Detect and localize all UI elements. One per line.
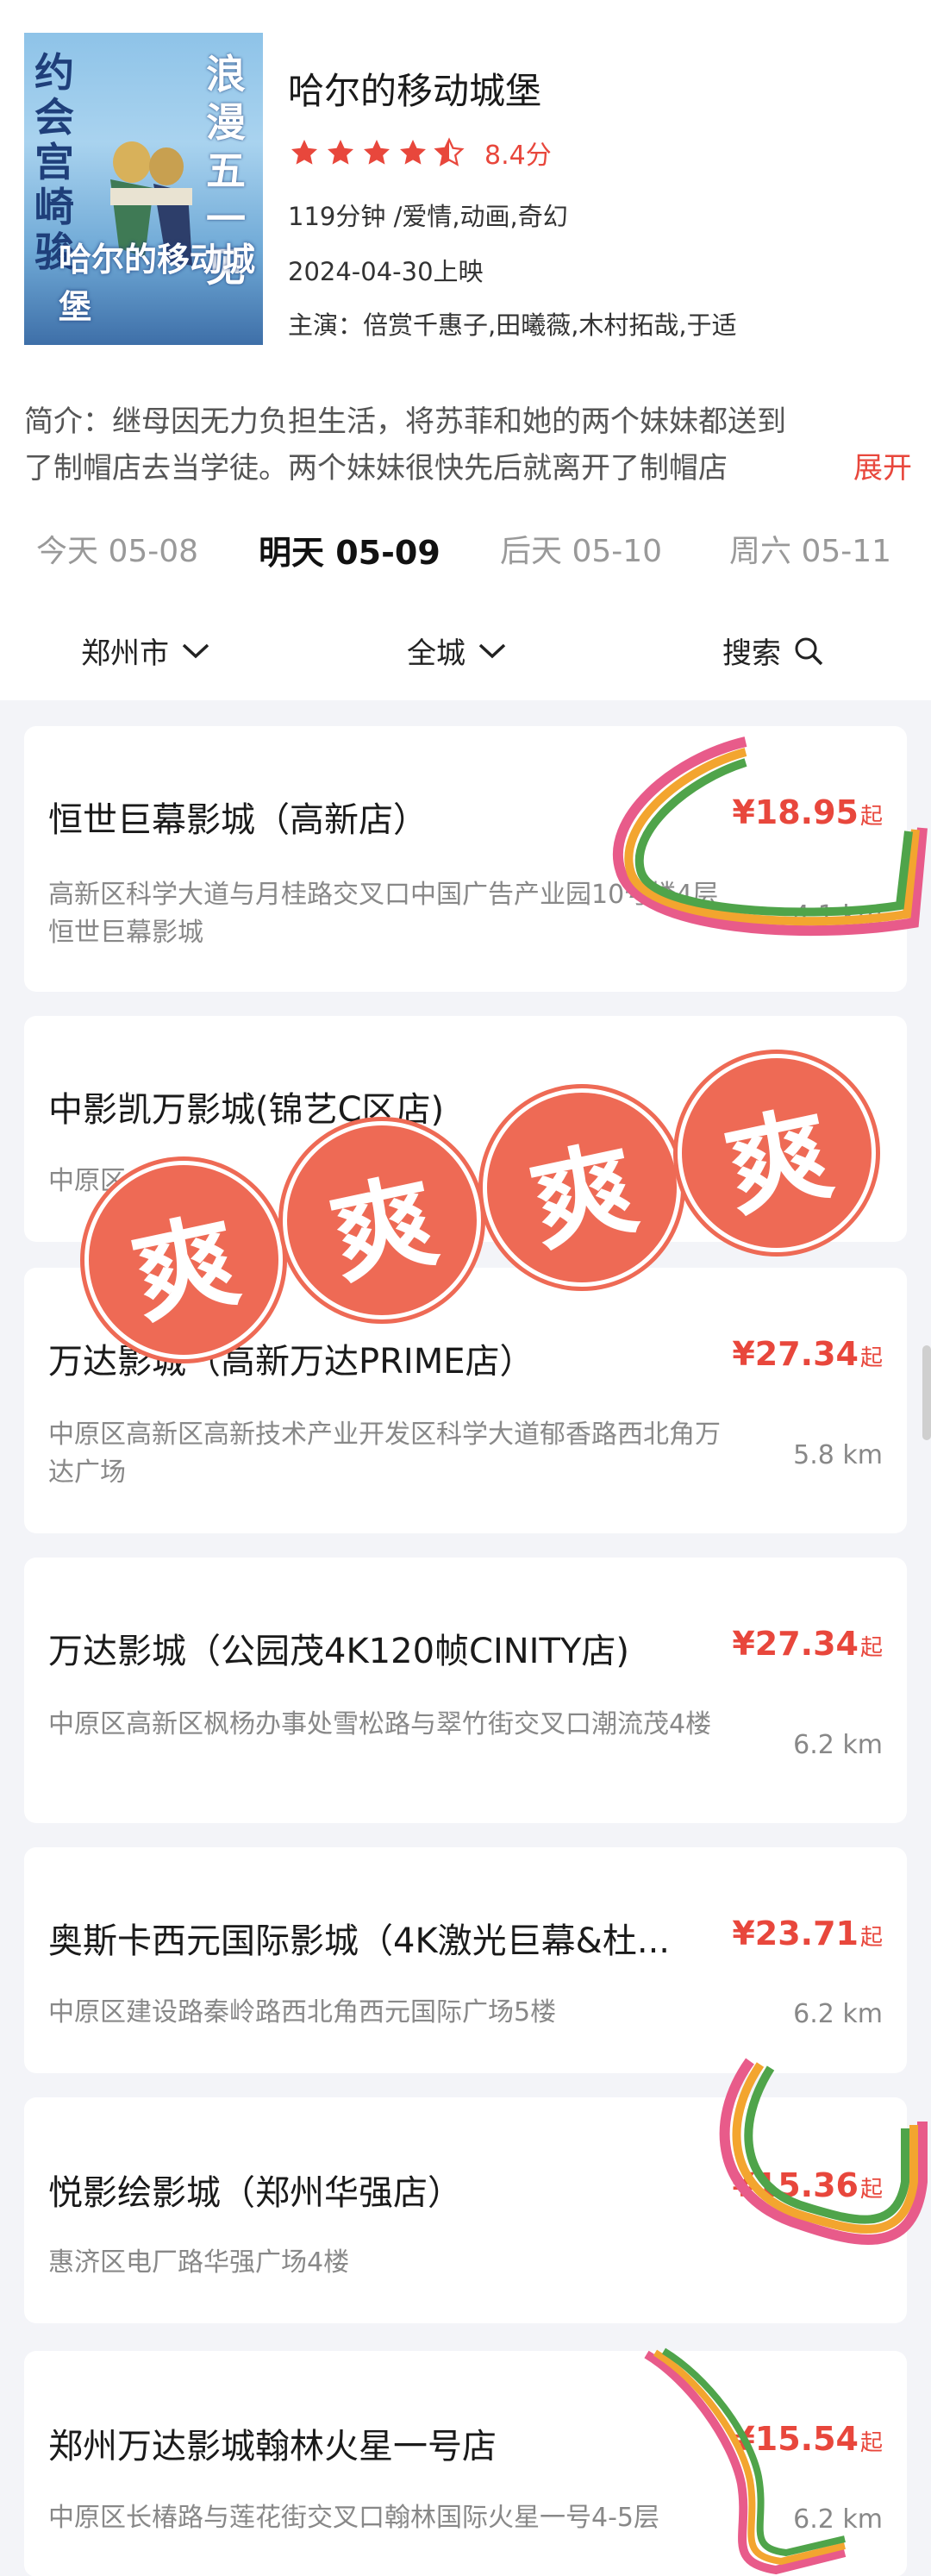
cinema-address: 高新区科学大道与月桂路交叉口中国广告产业园10号楼4层恒世巨幕影城	[48, 880, 719, 948]
cinema-price: ¥27.34起	[732, 1625, 883, 1663]
poster-logo: 哈尔的移动城堡	[59, 241, 256, 326]
movie-poster[interactable]: 约会宫崎骏 浪漫五一见 哈尔的移动城堡	[24, 33, 263, 345]
sticker-stamp: 爽	[678, 1054, 876, 1252]
cinema-name: 奥斯卡西元国际影城（4K激光巨幕&杜...	[48, 1921, 671, 1961]
district-filter-label: 全城	[407, 636, 466, 671]
date-tab[interactable]: 今天 05-08	[36, 526, 198, 571]
cinema-card[interactable]: 万达影城（公园茂4K120帧CINITY店) ¥27.34起 中原区高新区枫杨办…	[24, 1558, 907, 1823]
cinema-name: 悦影绘影城（郑州华强店）	[48, 2173, 462, 2213]
chevron-down-icon	[478, 643, 506, 658]
movie-intro: 简介：继母因无力负担生活，将苏菲和她的两个妹妹都送到 了制帽店去当学徒。两个妹妹…	[24, 398, 912, 492]
search-label: 搜索	[722, 636, 781, 671]
sticker-stamp: 爽	[283, 1121, 481, 1319]
cinema-price: ¥23.71起	[732, 1915, 883, 1952]
cinema-address: 中原区高新区枫杨办事处雪松路与翠竹街交叉口潮流茂4楼	[48, 1709, 712, 1739]
star-icon	[364, 140, 390, 165]
chevron-down-icon	[182, 643, 209, 658]
scrollbar[interactable]	[922, 1345, 931, 1440]
cinema-distance: 6.2 km	[793, 1730, 883, 1760]
movie-release-date: 2024-04-30上映	[288, 257, 484, 286]
cinema-address: 惠济区电厂路华强广场4楼	[48, 2247, 350, 2278]
cinema-price: ¥27.34起	[732, 1335, 883, 1373]
half-star-icon	[434, 137, 465, 166]
city-filter-label: 郑州市	[81, 636, 169, 671]
cinema-address: 中原区建设路秦岭路西北角西元国际广场5楼	[48, 1997, 557, 2028]
sticker-stamp: 爽	[84, 1161, 283, 1359]
cinema-card[interactable]: 悦影绘影城（郑州华强店） ¥15.36起 惠济区电厂路华强广场4楼	[24, 2097, 907, 2323]
intro-line: 简介：继母因无力负担生活，将苏菲和她的两个妹妹都送到	[24, 404, 786, 439]
movie-duration-genre: 119分钟 /爱情,动画,奇幻	[288, 202, 568, 231]
cinema-card[interactable]: 郑州万达影城翰林火星一号店 ¥15.54起 中原区长椿路与莲花街交叉口翰林国际火…	[24, 2351, 907, 2576]
star-icon	[291, 140, 317, 165]
cinema-distance: 6.2 km	[793, 1999, 883, 2029]
sticker-stamp: 爽	[483, 1088, 681, 1287]
cinema-name: 郑州万达影城翰林火星一号店	[48, 2427, 497, 2466]
cinema-distance: 4.1 km	[793, 900, 883, 931]
expand-intro-link[interactable]: 展开	[853, 445, 912, 492]
star-icon	[328, 140, 353, 165]
cinema-price: ¥15.54起	[732, 2420, 883, 2458]
movie-title: 哈尔的移动城堡	[288, 70, 542, 112]
date-tab[interactable]: 周六 05-11	[729, 526, 891, 571]
cinema-name: 恒世巨幕影城（高新店）	[48, 800, 428, 840]
movie-header: 约会宫崎骏 浪漫五一见 哈尔的移动城堡 哈尔的移动城堡 8.4分 119分钟 /…	[0, 0, 931, 700]
cinema-card[interactable]: 奥斯卡西元国际影城（4K激光巨幕&杜... ¥23.71起 中原区建设路秦岭路西…	[24, 1847, 907, 2073]
cinema-address: 中原区高新区高新技术产业开发区科学大道郁香路西北角万达广场	[48, 1420, 721, 1488]
cinema-distance: 5.8 km	[793, 1440, 883, 1470]
search-button[interactable]: 搜索	[722, 630, 824, 672]
cinema-card[interactable]: 恒世巨幕影城（高新店） ¥18.95起 高新区科学大道与月桂路交叉口中国广告产业…	[24, 726, 907, 992]
cinema-price: ¥18.95起	[732, 793, 883, 831]
search-icon	[795, 637, 823, 665]
district-filter[interactable]: 全城	[407, 630, 507, 672]
rating-stars: 8.4分	[288, 134, 552, 172]
cinema-name: 万达影城（公园茂4K120帧CINITY店)	[48, 1632, 629, 1671]
intro-line: 了制帽店去当学徒。两个妹妹很快先后就离开了制帽店	[24, 451, 728, 486]
cinema-address: 中原区长椿路与莲花街交叉口翰林国际火星一号4-5层	[48, 2503, 659, 2533]
city-filter[interactable]: 郑州市	[81, 630, 210, 672]
movie-cast: 主演：倍赏千惠子,田曦薇,木村拓哉,于适	[288, 310, 737, 340]
date-tab[interactable]: 后天 05-10	[500, 526, 662, 571]
cinema-price: ¥15.36起	[732, 2166, 883, 2204]
star-icon	[400, 140, 426, 165]
movie-score: 8.4分	[484, 141, 552, 171]
cinema-distance: 6.2 km	[793, 2504, 883, 2535]
date-tab-active[interactable]: 明天 05-09	[259, 526, 441, 573]
